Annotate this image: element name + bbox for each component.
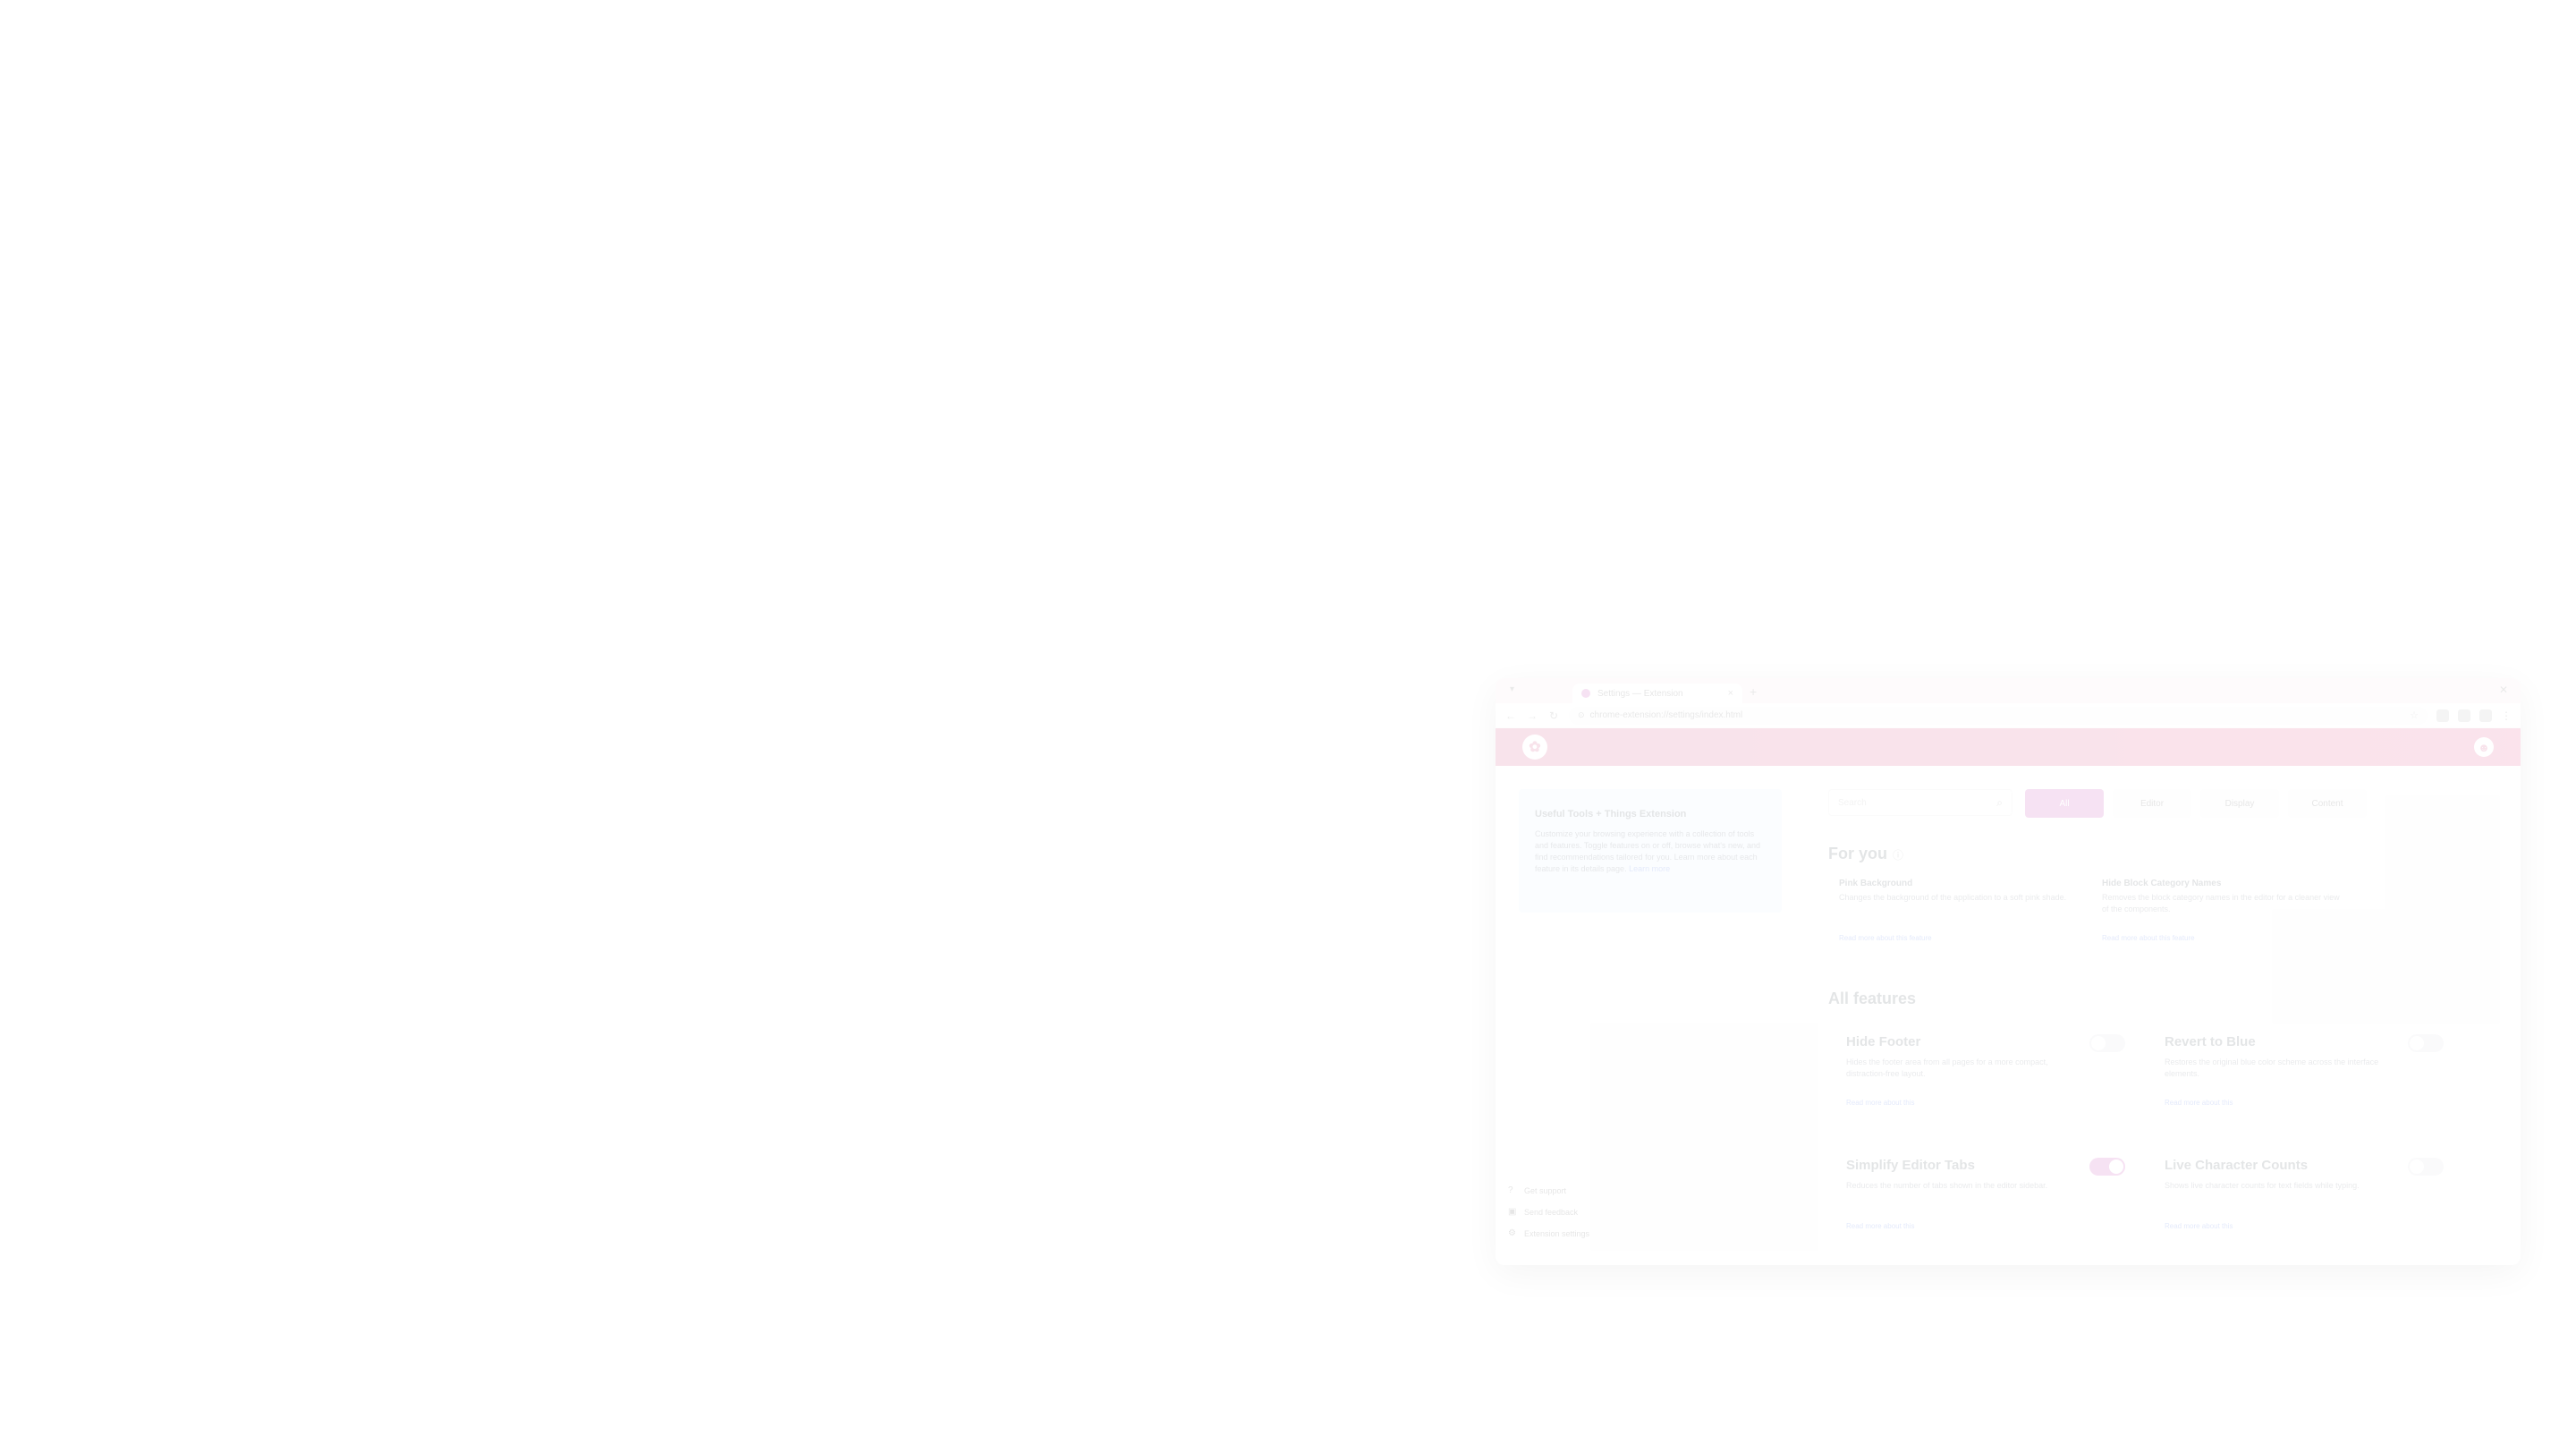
help-icon: ? [1508, 1185, 1513, 1195]
sidebar-link-label: Send feedback [1524, 1208, 1579, 1217]
app-content: Useful Tools + Things Extension Customiz… [1496, 766, 2521, 1265]
browser-toolbar: ← → ↻ ⊙ chrome-extension://settings/inde… [1496, 703, 2521, 728]
favicon-icon [1581, 689, 1590, 698]
filter-display-button[interactable]: Display [2200, 789, 2279, 818]
all-features-heading: All features [1828, 990, 1917, 1007]
feature-desc: Hides the footer area from all pages for… [1846, 1058, 2048, 1079]
feature-link[interactable]: Read more about this [1846, 1222, 1915, 1230]
for-you-card-desc: Removes the block category names in the … [2102, 893, 2340, 913]
info-card: Useful Tools + Things Extension Customiz… [1519, 789, 1782, 913]
toggle-knob [2410, 1159, 2424, 1174]
app-logo-icon[interactable]: ✿ [1522, 735, 1547, 760]
toggle-knob [2410, 1036, 2424, 1050]
browser-window: ▾ Settings — Extension × + ✕ ← → ↻ ⊙ chr… [1496, 678, 2521, 1265]
for-you-heading: For you ⓘ [1828, 845, 1903, 863]
toggle-knob [2109, 1159, 2123, 1174]
feature-toggle[interactable] [2089, 1158, 2125, 1176]
gear-icon: ⚙ [1508, 1228, 1516, 1238]
for-you-card-link[interactable]: Read more about this feature [1839, 934, 1932, 942]
feature-card-revert-blue: Revert to Blue Restores the original blu… [2165, 1034, 2453, 1142]
url-text: chrome-extension://settings/index.html [1589, 710, 1743, 720]
info-card-title: Useful Tools + Things Extension [1535, 809, 1687, 820]
sidepanel-icon[interactable] [2458, 709, 2470, 722]
for-you-card-title: Hide Block Category Names [2102, 879, 2222, 888]
for-you-title: For you [1828, 845, 1887, 862]
tab-close-icon[interactable]: × [1728, 688, 1733, 699]
account-icon[interactable]: ☻ [2474, 737, 2494, 757]
tab-title: Settings — Extension [1597, 688, 1683, 699]
sidebar-link-label: Extension settings [1524, 1229, 1590, 1238]
profile-avatar-icon[interactable] [2479, 709, 2492, 722]
sidebar-link-settings[interactable]: ⚙ Extension settings [1508, 1228, 1590, 1239]
search-placeholder: Search [1838, 797, 1867, 808]
tab-search-icon[interactable]: ▾ [1510, 684, 1514, 694]
for-you-card-link[interactable]: Read more about this feature [2102, 934, 2195, 942]
feature-link[interactable]: Read more about this [2165, 1099, 2233, 1107]
feature-toggle[interactable] [2408, 1158, 2444, 1176]
feedback-icon: ▣ [1508, 1207, 1517, 1217]
for-you-card[interactable]: Pink Background Changes the background o… [1839, 879, 2080, 942]
feature-desc: Restores the original blue color scheme … [2165, 1058, 2379, 1079]
search-icon[interactable]: ⌕ [1996, 796, 2003, 810]
reload-icon[interactable]: ↻ [1547, 709, 1560, 722]
search-input[interactable]: Search ⌕ [1828, 789, 2012, 816]
extension-icon[interactable] [2436, 709, 2449, 722]
feature-link[interactable]: Read more about this [2165, 1222, 2233, 1230]
site-info-icon[interactable]: ⊙ [1578, 710, 1585, 720]
forward-icon[interactable]: → [1526, 709, 1538, 722]
filter-content-button[interactable]: Content [2288, 789, 2367, 818]
info-card-link[interactable]: Learn more [1629, 864, 1670, 873]
sidebar-link-feedback[interactable]: ▣ Send feedback [1508, 1207, 1589, 1218]
feature-card-hide-footer: Hide Footer Hides the footer area from a… [1846, 1034, 2134, 1142]
feature-card-simplify-tabs: Simplify Editor Tabs Reduces the number … [1846, 1158, 2134, 1265]
window-close-icon[interactable]: ✕ [2499, 684, 2508, 696]
feature-card-live-counts: Live Character Counts Shows live charact… [2165, 1158, 2453, 1265]
info-icon[interactable]: ⓘ [1893, 849, 1903, 862]
back-icon[interactable]: ← [1504, 709, 1517, 722]
for-you-card[interactable]: Hide Block Category Names Removes the bl… [2102, 879, 2343, 942]
sidebar-link-label: Get support [1524, 1186, 1567, 1195]
for-you-card-title: Pink Background [1839, 879, 1913, 888]
feature-toggle[interactable] [2089, 1034, 2125, 1052]
feature-desc: Shows live character counts for text fie… [2165, 1181, 2360, 1190]
sidebar-links: ? Get support ▣ Send feedback ⚙ Extensio… [1508, 1186, 1589, 1251]
feature-toggle[interactable] [2408, 1034, 2444, 1052]
feature-desc: Reduces the number of tabs shown in the … [1846, 1181, 2048, 1190]
browser-tab[interactable]: Settings — Extension × [1572, 684, 1742, 703]
for-you-card-desc: Changes the background of the applicatio… [1839, 893, 2067, 902]
info-card-body: Customize your browsing experience with … [1535, 828, 1766, 875]
browser-menu-icon[interactable]: ⋮ [2501, 709, 2512, 722]
tab-strip: ▾ Settings — Extension × + ✕ [1496, 678, 2521, 703]
new-tab-icon[interactable]: + [1750, 684, 1757, 699]
bookmark-star-icon[interactable]: ☆ [2410, 709, 2419, 721]
sidebar-link-support[interactable]: ? Get support [1508, 1185, 1589, 1196]
filter-all-button[interactable]: All [2025, 789, 2104, 818]
address-bar[interactable]: ⊙ chrome-extension://settings/index.html… [1569, 706, 2428, 725]
feature-link[interactable]: Read more about this [1846, 1099, 1915, 1107]
filter-editor-button[interactable]: Editor [2113, 789, 2191, 818]
app-header: ✿ ☻ [1496, 728, 2521, 766]
toggle-knob [2091, 1036, 2106, 1050]
